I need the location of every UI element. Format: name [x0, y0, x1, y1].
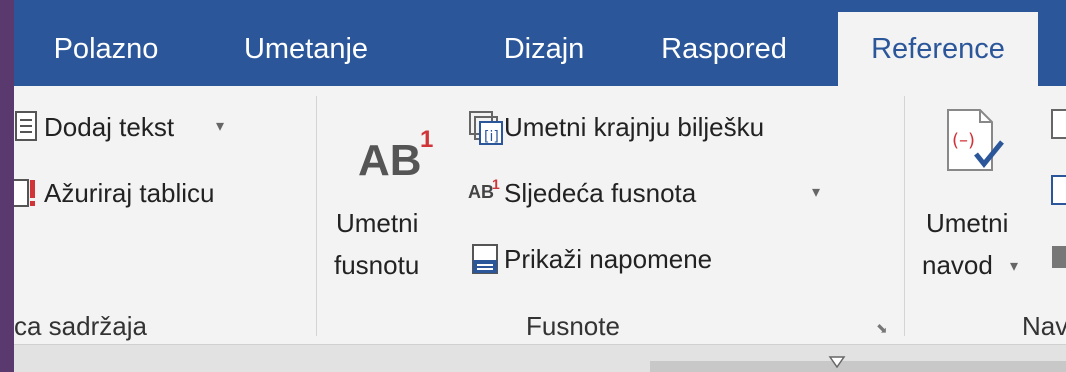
footnotes-group-label: Fusnote [526, 311, 620, 341]
word-window: Polazno Umetanje Dizajn Raspored Referen… [14, 0, 1066, 372]
update-table-label: Ažuriraj tablicu [44, 178, 215, 208]
insert-footnote-button[interactable]: AB 1 Umetni fusnotu [330, 126, 460, 296]
chevron-down-icon: ▾ [1010, 258, 1019, 275]
insert-endnote-icon: [i] [469, 111, 503, 145]
manage-sources-icon[interactable] [1050, 108, 1066, 142]
tab-dizajn[interactable]: Dizajn [484, 12, 604, 86]
insert-footnote-icon-sup: 1 [420, 126, 434, 153]
show-notes-icon [472, 244, 498, 274]
insert-footnote-label-2: fusnotu [334, 250, 420, 280]
tab-raspored[interactable]: Raspored [634, 12, 814, 86]
ruler[interactable] [650, 361, 1066, 372]
toc-group-label: ca sadržaja [14, 311, 147, 341]
insert-citation-label-1: Umetni [926, 208, 1009, 238]
next-footnote-label: Sljedeća fusnota [504, 178, 697, 208]
svg-text:[i]: [i] [484, 129, 499, 145]
chevron-down-icon[interactable]: ▾ [812, 182, 820, 202]
insert-endnote-button[interactable]: [i] Umetni krajnju bilješku [466, 108, 886, 148]
insert-footnote-icon: AB [358, 136, 422, 185]
citations-group-label: Nav [1022, 311, 1066, 341]
group-separator [316, 96, 317, 336]
show-notes-label: Prikaži napomene [504, 244, 713, 274]
bibliography-icon[interactable] [1050, 240, 1066, 274]
insert-endnote-label: Umetni krajnju bilješku [504, 112, 765, 142]
next-footnote-icon: AB [468, 182, 494, 202]
show-notes-button[interactable]: Prikaži napomene [466, 240, 826, 280]
insert-footnote-label-1: Umetni [336, 208, 419, 238]
document-area-strip [14, 344, 1066, 372]
insert-citation-button[interactable]: (–) Umetni navod ▾ [914, 106, 1050, 302]
chevron-down-icon: ▾ [216, 118, 225, 135]
next-footnote-button[interactable]: AB 1 Sljedeća fusnota ▾ [466, 174, 826, 214]
ribbon-body: Dodaj tekst ▾ Ažuriraj tablicu ca sadrža… [14, 86, 1066, 344]
tab-reference[interactable]: Reference [838, 12, 1038, 86]
indent-marker-icon[interactable] [828, 355, 846, 372]
add-text-label: Dodaj tekst [44, 112, 175, 142]
style-icon[interactable] [1050, 174, 1066, 208]
group-separator [904, 96, 905, 336]
tab-polazno[interactable]: Polazno [14, 12, 198, 86]
citation-icon-text: (–) [952, 130, 975, 151]
insert-citation-label-2: navod [922, 250, 993, 280]
update-table-icon [14, 179, 35, 207]
tab-umetanje[interactable]: Umetanje [206, 12, 406, 86]
next-footnote-icon-sup: 1 [492, 176, 500, 192]
dialog-launcher-icon[interactable]: ⬊ [876, 320, 888, 337]
add-text-icon [15, 111, 37, 141]
insert-citation-icon: (–) [947, 109, 1004, 171]
update-table-button[interactable]: Ažuriraj tablicu [14, 174, 304, 214]
add-text-button[interactable]: Dodaj tekst ▾ [14, 108, 284, 148]
ribbon-tab-bar: Polazno Umetanje Dizajn Raspored Referen… [14, 0, 1066, 86]
